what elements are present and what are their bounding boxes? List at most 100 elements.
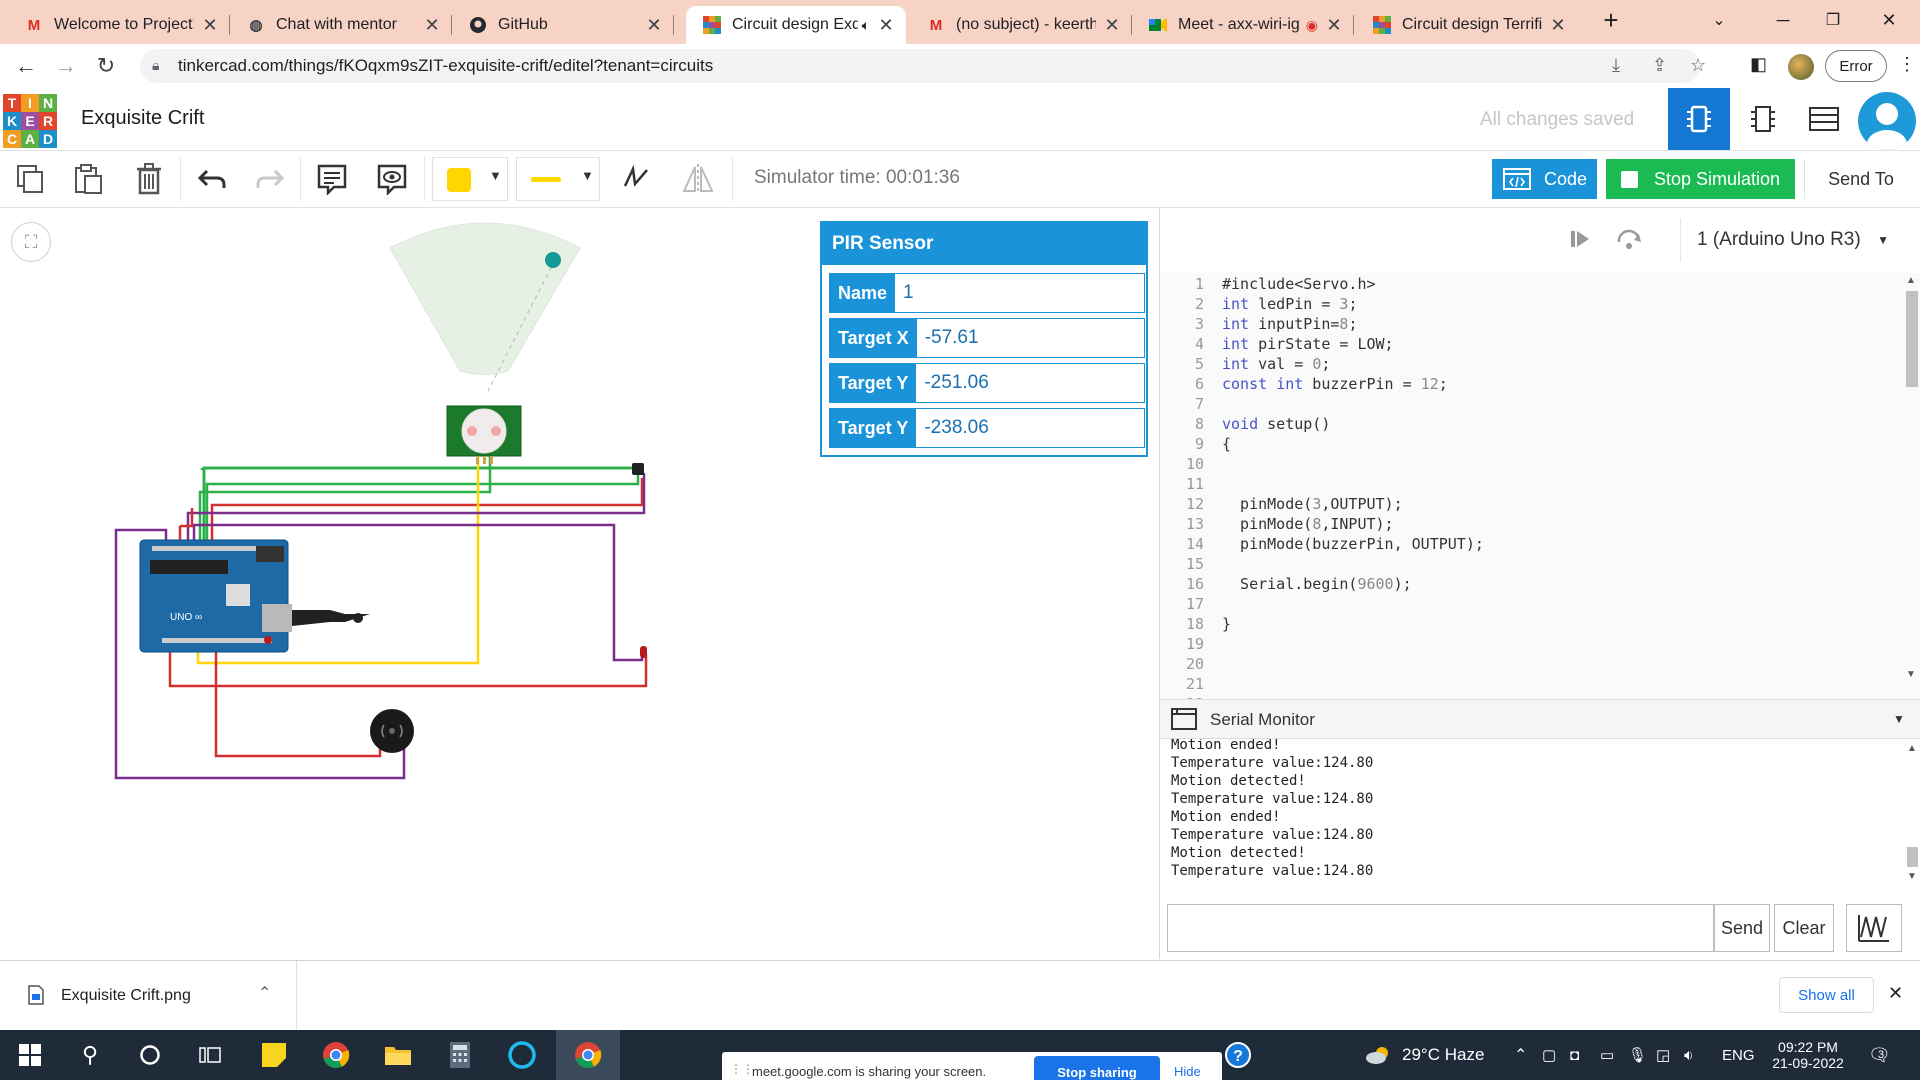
circuit-view-tab[interactable] bbox=[1668, 88, 1730, 150]
weather-widget[interactable]: 29°C Haze bbox=[1364, 1030, 1484, 1080]
vertical-scrollbar[interactable]: ▲ ▼ bbox=[1902, 273, 1920, 683]
schematic-view-tab[interactable] bbox=[1732, 88, 1794, 150]
project-title[interactable]: Exquisite Crift bbox=[81, 107, 204, 130]
minimize-icon[interactable]: ─ bbox=[1760, 0, 1806, 40]
calculator-icon[interactable] bbox=[430, 1030, 490, 1080]
notification-center-icon[interactable]: 🗨︎ 3 bbox=[1868, 1030, 1891, 1080]
scroll-up-icon[interactable]: ▲ bbox=[1907, 743, 1917, 754]
stop-simulation-button[interactable]: Stop Simulation bbox=[1606, 159, 1795, 199]
send-to-button[interactable]: Send To bbox=[1804, 159, 1917, 199]
name-field[interactable]: 1 bbox=[895, 274, 1144, 312]
scroll-thumb[interactable] bbox=[1907, 847, 1918, 867]
browser-tab[interactable]: Circuit design Terrific ✕ bbox=[1356, 6, 1578, 44]
code-editor[interactable]: 12345678910111213141516171819202122 #inc… bbox=[1160, 273, 1920, 699]
stop-sharing-button[interactable]: Stop sharing bbox=[1034, 1056, 1160, 1080]
reload-icon[interactable]: ↻ bbox=[90, 50, 122, 82]
component-list-tab[interactable] bbox=[1793, 88, 1855, 150]
mirror-icon[interactable] bbox=[680, 161, 716, 197]
user-avatar[interactable] bbox=[1858, 92, 1916, 150]
cortana-icon[interactable] bbox=[120, 1030, 180, 1080]
tab-search-icon[interactable]: ⌄ bbox=[1696, 0, 1742, 40]
circuit-canvas[interactable]: ⛶ UNO ∞ PIR Sensor Name 1 Target X -57.6… bbox=[0, 208, 1158, 959]
alexa-icon[interactable] bbox=[492, 1030, 552, 1080]
step-icon[interactable] bbox=[1567, 228, 1591, 255]
code-button[interactable]: Code bbox=[1492, 159, 1597, 199]
show-hidden-icons[interactable]: ⌃ bbox=[1514, 1030, 1527, 1080]
forward-icon[interactable]: → bbox=[50, 50, 82, 82]
browser-tab-active[interactable]: Circuit design Exq 🔈︎ ✕ bbox=[686, 6, 906, 44]
show-all-button[interactable]: Show all bbox=[1779, 977, 1874, 1013]
share-icon[interactable]: ⇪ bbox=[1652, 55, 1667, 76]
language-indicator[interactable]: ENG bbox=[1722, 1030, 1755, 1080]
profile-avatar[interactable] bbox=[1788, 54, 1814, 80]
chevron-up-icon[interactable]: ⌃ bbox=[258, 983, 271, 1003]
target-x-field[interactable]: -57.61 bbox=[917, 319, 1144, 357]
bookmark-star-icon[interactable]: ☆ bbox=[1690, 55, 1706, 76]
hide-link[interactable]: Hide bbox=[1174, 1064, 1201, 1079]
scroll-up-icon[interactable]: ▲ bbox=[1906, 275, 1916, 286]
browser-tab[interactable]: M (no subject) - keerthis ✕ bbox=[910, 6, 1132, 44]
property-row[interactable]: Target Y -238.06 bbox=[829, 408, 1145, 448]
browser-tab[interactable]: Meet - axx-wiri-ig ◉ ✕ bbox=[1132, 6, 1354, 44]
close-tab-icon[interactable]: ✕ bbox=[422, 15, 442, 36]
close-tab-icon[interactable]: ✕ bbox=[644, 15, 664, 36]
serial-input[interactable] bbox=[1167, 904, 1714, 952]
close-icon[interactable]: ✕ bbox=[1888, 983, 1903, 1004]
volume-icon[interactable]: 🔉︎ bbox=[1684, 1030, 1693, 1080]
scroll-thumb[interactable] bbox=[1906, 291, 1918, 387]
help-icon[interactable]: ? bbox=[1208, 1030, 1268, 1080]
drag-handle-icon[interactable]: ⋮⋮ bbox=[730, 1062, 754, 1076]
url-field[interactable]: 🔒︎ tinkercad.com/things/fKOqxm9sZIT-exqu… bbox=[140, 49, 1706, 83]
flip-icon[interactable] bbox=[618, 161, 654, 197]
battery-icon[interactable]: ▭ bbox=[1600, 1030, 1614, 1080]
device-icon[interactable]: ▢ bbox=[1542, 1030, 1556, 1080]
scroll-down-icon[interactable]: ▼ bbox=[1906, 669, 1916, 680]
clock[interactable]: 09:22 PM 21-09-2022 bbox=[1768, 1030, 1848, 1080]
camera-status-icon[interactable]: ◘ bbox=[1570, 1030, 1579, 1080]
notes-icon[interactable] bbox=[314, 161, 350, 197]
profile-error-button[interactable]: Error bbox=[1825, 50, 1887, 82]
target-y-field[interactable]: -251.06 bbox=[916, 364, 1144, 402]
close-tab-icon[interactable]: ✕ bbox=[200, 15, 220, 36]
property-row[interactable]: Name 1 bbox=[829, 273, 1145, 313]
graph-toggle-button[interactable] bbox=[1846, 904, 1902, 952]
scroll-down-icon[interactable]: ▼ bbox=[1907, 871, 1917, 882]
delete-icon[interactable] bbox=[131, 161, 167, 197]
browser-tab[interactable]: GitHub ✕ bbox=[452, 6, 674, 44]
send-button[interactable]: Send bbox=[1714, 904, 1770, 952]
back-icon[interactable]: ← bbox=[10, 50, 42, 82]
windows-start-icon[interactable] bbox=[0, 1030, 60, 1080]
tinkercad-logo[interactable]: T I N K E R C A D bbox=[3, 94, 57, 148]
close-tab-icon[interactable]: ✕ bbox=[876, 15, 896, 36]
file-explorer-icon[interactable] bbox=[368, 1030, 428, 1080]
undo-icon[interactable] bbox=[194, 161, 230, 197]
clear-button[interactable]: Clear bbox=[1774, 904, 1834, 952]
serial-monitor-header[interactable]: Serial Monitor ▼ bbox=[1160, 699, 1920, 739]
menu-kebab-icon[interactable]: ⋮ bbox=[1898, 54, 1916, 75]
board-select[interactable]: 1 (Arduino Uno R3) ▼ bbox=[1680, 218, 1905, 262]
chevron-down-icon[interactable]: ▼ bbox=[1893, 712, 1905, 726]
redo-icon[interactable] bbox=[252, 161, 288, 197]
browser-tab[interactable]: M Welcome to Project! D ✕ bbox=[8, 6, 230, 44]
install-icon[interactable]: ⤓ bbox=[1612, 55, 1620, 76]
new-tab-button[interactable]: + bbox=[1588, 0, 1634, 40]
restore-icon[interactable]: ❐ bbox=[1810, 0, 1856, 40]
close-window-icon[interactable]: ✕ bbox=[1866, 0, 1912, 40]
microphone-icon[interactable]: 🎙︎ bbox=[1628, 1030, 1647, 1080]
close-tab-icon[interactable]: ✕ bbox=[1548, 15, 1568, 36]
speaker-icon[interactable]: 🔈︎ bbox=[862, 17, 870, 34]
task-view-icon[interactable] bbox=[180, 1030, 240, 1080]
sticky-notes-icon[interactable] bbox=[244, 1030, 304, 1080]
side-panel-icon[interactable]: ◧ bbox=[1750, 54, 1767, 75]
copy-icon[interactable] bbox=[12, 161, 48, 197]
debugger-icon[interactable] bbox=[1615, 228, 1643, 257]
network-icon[interactable]: ◲ bbox=[1656, 1030, 1670, 1080]
property-row[interactable]: Target Y -251.06 bbox=[829, 363, 1145, 403]
browser-tab[interactable]: ◍ Chat with mentor ✕ bbox=[230, 6, 452, 44]
chrome-active-icon[interactable] bbox=[556, 1030, 620, 1080]
chrome-icon[interactable] bbox=[306, 1030, 366, 1080]
property-row[interactable]: Target X -57.61 bbox=[829, 318, 1145, 358]
notes-visibility-icon[interactable] bbox=[374, 161, 410, 197]
close-tab-icon[interactable]: ✕ bbox=[1324, 15, 1344, 36]
search-icon[interactable]: ⚲ bbox=[60, 1030, 120, 1080]
